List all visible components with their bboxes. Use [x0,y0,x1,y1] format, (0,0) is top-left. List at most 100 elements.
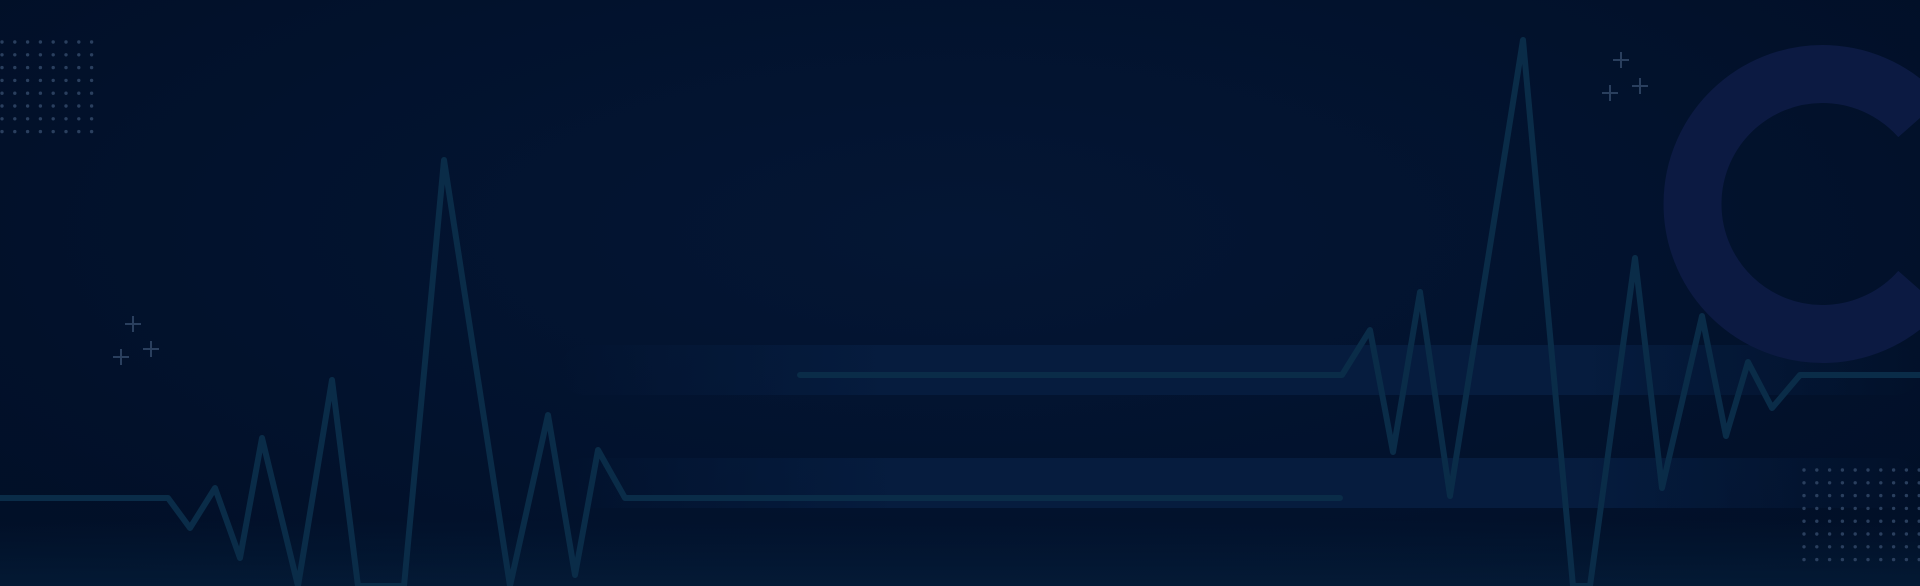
grid-dot [13,65,17,70]
grid-dot [1802,506,1806,511]
grid-dot [77,91,81,95]
grid-dot [1866,532,1870,536]
grid-dot [1827,557,1832,562]
grid-dot [13,78,17,83]
grid-dot [51,129,55,134]
grid-dot [1853,519,1857,523]
grid-dot [89,91,94,95]
grid-dot [38,40,43,44]
grid-dot [1853,557,1857,562]
grid-dot [77,53,81,57]
grid-dot [1815,519,1819,523]
grid-dot [51,65,55,70]
grid-dot [1815,468,1819,472]
grid-dot [51,104,55,108]
grid-dot [1866,545,1870,549]
grid-dot [13,91,17,95]
grid-dot [77,78,81,83]
grid-dot [64,129,68,134]
grid-dot [0,129,4,134]
grid-dot [1879,468,1883,472]
grid-dot [1815,493,1819,498]
grid-dot [1853,545,1857,549]
grid-dot [1802,545,1806,549]
grid-dot [38,129,43,134]
grid-dot [1827,532,1832,536]
grid-dot [89,104,94,108]
grid-dot [1904,519,1909,523]
grid-dot [89,117,94,121]
grid-dot [1827,506,1832,511]
grid-dot [1815,532,1819,536]
grid-dot [25,65,30,70]
grid-dot [1840,545,1845,549]
grid-dot [1815,557,1819,562]
grid-dot [1815,506,1819,511]
grid-dot [1802,519,1806,523]
grid-dot [13,53,17,57]
grid-dot [1815,481,1819,485]
grid-dot [1853,493,1857,498]
grid-dot [64,78,68,83]
grid-dot [25,78,30,83]
grid-dot [1853,532,1857,536]
grid-dot [1802,468,1806,472]
grid-dot [1904,493,1909,498]
grid-dot [89,40,94,44]
grid-dot [1840,557,1845,562]
grid-dot [64,117,68,121]
grid-dot [77,40,81,44]
ring-arc-icon [1663,45,1920,363]
grid-dot [38,91,43,95]
grid-dot [38,65,43,70]
grid-dot [1904,532,1909,536]
grid-dot [25,91,30,95]
grid-dot [77,104,81,108]
grid-dot [1904,468,1909,472]
grid-dot [0,53,4,57]
grid-dot [1853,468,1857,472]
grid-dot [1827,493,1832,498]
grid-dot [1827,519,1832,523]
grid-dot [25,40,30,44]
grid-dot [1802,557,1806,562]
grid-dot [0,117,4,121]
grid-dot [1904,481,1909,485]
grid-dot [51,91,55,95]
grid-dot [1802,481,1806,485]
grid-dot [1840,506,1845,511]
grid-dot [1891,481,1896,485]
grid-dot [1866,481,1870,485]
grid-dot [1879,532,1883,536]
grid-dot [1891,545,1896,549]
grid-dot [1802,532,1806,536]
grid-dot [1840,481,1845,485]
grid-dot [38,117,43,121]
grid-dot [25,104,30,108]
grid-dot [1827,481,1832,485]
grid-dot [38,104,43,108]
grid-dot [51,40,55,44]
plus-sign-icon [1602,52,1648,101]
grid-dot [51,53,55,57]
grid-dot [89,65,94,70]
grid-dot [1891,493,1896,498]
grid-dot [1879,506,1883,511]
grid-dot [77,129,81,134]
grid-dot [1866,468,1870,472]
grid-dot [51,117,55,121]
grid-dot [1879,481,1883,485]
grid-dot [1827,468,1832,472]
grid-dot [1827,545,1832,549]
grid-dot [1866,493,1870,498]
grid-dot [64,53,68,57]
grid-dot [1853,481,1857,485]
grid-dot [13,40,17,44]
grid-dot [89,78,94,83]
grid-dot [13,117,17,121]
grid-dot [38,53,43,57]
grid-dot [1904,545,1909,549]
grid-dot [1866,557,1870,562]
grid-dot [1840,532,1845,536]
grid-dot [13,129,17,134]
